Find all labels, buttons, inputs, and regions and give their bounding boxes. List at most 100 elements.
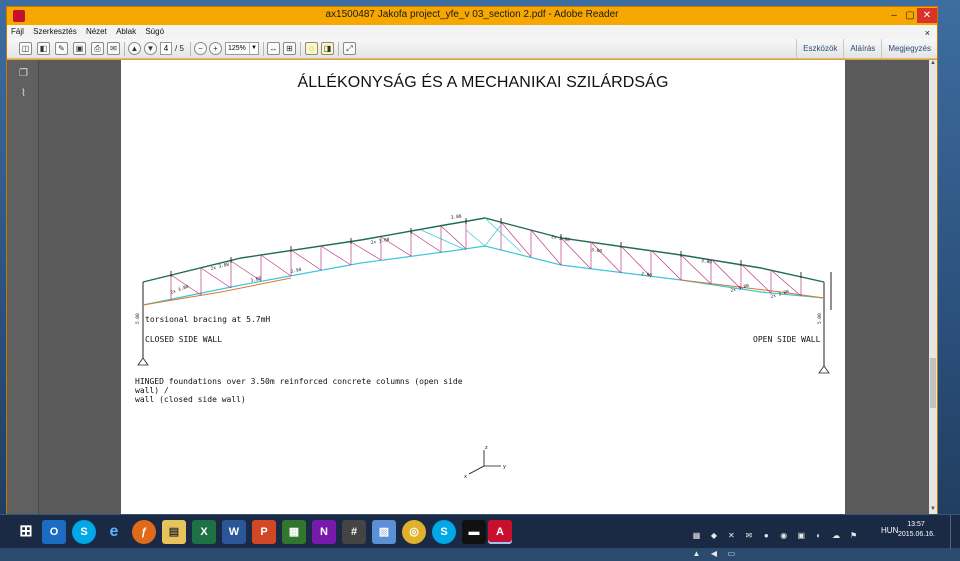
- word-icon[interactable]: W: [222, 520, 246, 544]
- taskbar: ⊞ O S e ƒ ▤ X W P ▦ N # ▧ ◎ S ▬ A ▦ ◆ ✕ …: [0, 514, 960, 558]
- hinged-foundations-note: HINGED foundations over 3.50m reinforced…: [135, 377, 465, 404]
- toolbar-divider: [124, 42, 125, 56]
- onenote-icon[interactable]: N: [312, 520, 336, 544]
- dimension-right: 5.00: [817, 313, 823, 324]
- tray-keyboard-icon[interactable]: ▭: [727, 549, 736, 558]
- tray-app-icon[interactable]: ◐: [814, 531, 823, 540]
- tray-skype-icon[interactable]: ◉: [779, 531, 788, 540]
- print-icon[interactable]: ⎙: [91, 42, 104, 55]
- language-indicator[interactable]: HUN: [881, 526, 898, 535]
- skype-icon[interactable]: S: [72, 520, 96, 544]
- menu-help[interactable]: Súgó: [141, 25, 167, 36]
- menu-file[interactable]: Fájl: [7, 25, 27, 36]
- system-tray: ▦ ◆ ✕ ✉ ● ◉ ▣ ◐ ☁ ⚑ ▲ ◀ ▭: [692, 525, 872, 558]
- fit-width-icon[interactable]: ↔: [267, 42, 280, 55]
- axis-triad: [468, 450, 501, 475]
- edit-icon[interactable]: ✎: [55, 42, 68, 55]
- hinged-note-line-1: HINGED foundations over 3.50m reinforced…: [135, 377, 463, 395]
- toolbar-divider: [190, 42, 191, 56]
- document-close-button[interactable]: ×: [921, 26, 933, 38]
- minimize-button[interactable]: –: [887, 8, 901, 23]
- clock-time: 13:57: [907, 521, 925, 528]
- member-label: 2x 3.80: [770, 289, 790, 300]
- full-screen-icon[interactable]: ⤢: [343, 42, 356, 55]
- project-icon[interactable]: ▦: [282, 520, 306, 544]
- paint-icon[interactable]: ▧: [372, 520, 396, 544]
- previous-page-icon[interactable]: ▲: [128, 42, 141, 55]
- menu-view[interactable]: Nézet: [82, 25, 110, 36]
- powerpoint-icon[interactable]: P: [252, 520, 276, 544]
- member-label: 2x 3.80: [170, 284, 190, 296]
- adobe-reader-taskbar-icon[interactable]: A: [488, 520, 512, 544]
- email-icon[interactable]: ✉: [107, 42, 120, 55]
- tray-cloud-icon[interactable]: ☁: [832, 531, 841, 540]
- bottom-chord: [142, 245, 825, 306]
- create-pdf-icon[interactable]: ◫: [19, 42, 32, 55]
- attachments-icon[interactable]: ⌇: [18, 88, 29, 100]
- page-count: / 5: [175, 44, 184, 53]
- lower-bracing-left: [142, 277, 292, 306]
- clock-date: 2015.06.16.: [898, 531, 935, 538]
- outlook-icon[interactable]: O: [42, 520, 66, 544]
- tray-flag-icon[interactable]: ⚑: [849, 531, 858, 540]
- maximize-button[interactable]: ▢: [903, 8, 917, 23]
- zoom-value: 125%: [228, 45, 246, 52]
- axis-label-z: z: [485, 445, 488, 451]
- firefox-icon[interactable]: ƒ: [132, 520, 156, 544]
- zoom-select[interactable]: 125% ▼: [225, 42, 259, 55]
- tray-sync-icon[interactable]: ●: [762, 531, 771, 540]
- toolbar-divider: [263, 42, 264, 56]
- skype-2-icon[interactable]: S: [432, 520, 456, 544]
- highlight-icon[interactable]: ◨: [321, 42, 334, 55]
- chrome-icon[interactable]: ◎: [402, 520, 426, 544]
- menu-bar: Fájl Szerkesztés Nézet Ablak Súgó ×: [7, 25, 937, 39]
- internet-explorer-icon[interactable]: e: [102, 520, 126, 544]
- next-page-icon[interactable]: ▼: [144, 42, 157, 55]
- calculator-icon[interactable]: #: [342, 520, 366, 544]
- title-bar[interactable]: ax1500487 Jakofa project_yfe_v 03_sectio…: [7, 7, 937, 25]
- top-chord: [142, 217, 825, 283]
- menu-edit[interactable]: Szerkesztés: [29, 25, 80, 36]
- toolbar-divider: [338, 42, 339, 56]
- tray-device-icon[interactable]: ▣: [797, 531, 806, 540]
- page-number-input[interactable]: 4: [160, 42, 172, 55]
- open-side-wall-label: OPEN SIDE WALL: [753, 335, 821, 344]
- menu-window[interactable]: Ablak: [112, 25, 139, 36]
- zoom-out-icon[interactable]: −: [194, 42, 207, 55]
- pages-panel-icon[interactable]: ❐: [18, 68, 29, 80]
- toolbar-divider: [300, 42, 301, 56]
- windows-start-icon[interactable]: ⊞: [14, 520, 38, 544]
- combine-icon[interactable]: ◧: [37, 42, 50, 55]
- left-support-icon: [137, 357, 149, 366]
- save-icon[interactable]: ▣: [73, 42, 86, 55]
- tools-link[interactable]: Eszközök: [796, 39, 843, 58]
- chevron-down-icon[interactable]: ▼: [249, 43, 258, 54]
- fit-page-icon[interactable]: ⊞: [283, 42, 296, 55]
- zoom-in-icon[interactable]: +: [209, 42, 222, 55]
- terminal-icon[interactable]: ▬: [462, 520, 486, 544]
- show-desktop-button[interactable]: [950, 515, 960, 549]
- truss-drawing: 2x 3.80 2x 3.80 3.80 2.90 2x 3.80 3.80 2…: [135, 213, 832, 480]
- scroll-up-icon[interactable]: ▲: [929, 60, 937, 68]
- comment-icon[interactable]: ◌: [305, 42, 318, 55]
- window-title: ax1500487 Jakofa project_yfe_v 03_sectio…: [325, 9, 619, 20]
- excel-icon[interactable]: X: [192, 520, 216, 544]
- clock[interactable]: 13:57 2015.06.16.: [898, 520, 935, 540]
- right-support-icon: [818, 365, 830, 374]
- scroll-thumb[interactable]: [930, 358, 936, 408]
- vertical-scrollbar[interactable]: ▲ ▼: [929, 60, 937, 514]
- hinged-note-line-2: wall (closed side wall): [135, 395, 246, 404]
- scroll-down-icon[interactable]: ▼: [929, 506, 937, 514]
- comment-link[interactable]: Megjegyzés: [881, 39, 937, 58]
- tray-network-icon[interactable]: ▲: [692, 549, 701, 558]
- sign-link[interactable]: Aláírás: [843, 39, 881, 58]
- tray-shield-icon[interactable]: ◆: [709, 531, 718, 540]
- tray-tool-icon[interactable]: ✕: [727, 531, 736, 540]
- document-viewport[interactable]: ÁLLÉKONYSÁG ÉS A MECHANIKAI SZILÁRDSÁG 2…: [39, 60, 929, 514]
- close-button[interactable]: ✕: [917, 8, 937, 23]
- tray-mail-icon[interactable]: ✉: [744, 531, 753, 540]
- file-explorer-icon[interactable]: ▤: [162, 520, 186, 544]
- tray-grid-icon[interactable]: ▦: [692, 531, 701, 540]
- tray-volume-icon[interactable]: ◀: [709, 549, 718, 558]
- member-label: 3.80: [450, 213, 462, 220]
